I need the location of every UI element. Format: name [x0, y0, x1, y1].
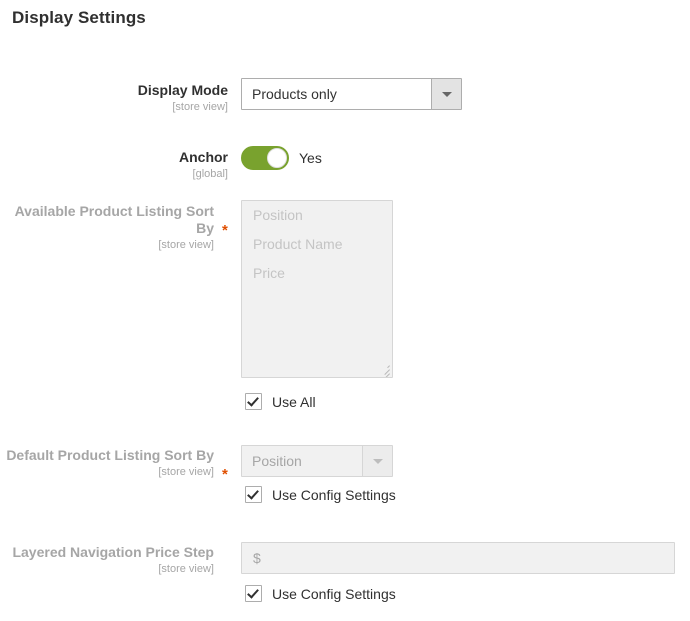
display-mode-dropdown-button[interactable] — [431, 79, 461, 109]
available-sort-by-control: Position Product Name Price Use All — [241, 200, 393, 413]
list-item[interactable]: Product Name — [242, 230, 392, 259]
display-mode-select[interactable]: Products only — [241, 78, 462, 110]
default-sort-by-use-config-checkbox[interactable] — [245, 486, 262, 503]
default-sort-by-label-group: Default Product Listing Sort By [store v… — [0, 447, 228, 479]
price-step-scope: [store view] — [158, 563, 214, 575]
use-all-checkbox-row[interactable]: Use All — [245, 393, 393, 413]
display-mode-scope: [store view] — [172, 101, 228, 113]
available-sort-by-scope: [store view] — [158, 239, 214, 251]
available-sort-by-label: Available Product Listing Sort By — [14, 203, 214, 236]
toggle-knob — [267, 148, 287, 168]
default-sort-by-scope: [store view] — [158, 466, 214, 478]
default-sort-by-selected-value: Position — [252, 453, 302, 469]
checkmark-icon — [247, 586, 259, 599]
price-step-label-group: Layered Navigation Price Step [store vie… — [0, 544, 228, 576]
page-title: Display Settings — [12, 8, 146, 27]
anchor-toggle[interactable] — [241, 146, 289, 170]
price-step-use-config-checkbox[interactable] — [245, 585, 262, 602]
display-mode-label: Display Mode — [137, 82, 228, 98]
default-sort-by-label: Default Product Listing Sort By — [6, 447, 214, 463]
list-item[interactable]: Position — [242, 201, 392, 230]
display-settings-page: Display Settings Display Mode [store vie… — [0, 0, 690, 621]
default-sort-by-select[interactable]: Position — [241, 445, 393, 477]
use-all-label: Use All — [272, 394, 316, 410]
available-sort-by-label-group: Available Product Listing Sort By [store… — [0, 203, 228, 252]
default-sort-by-required-asterisk: * — [222, 466, 228, 483]
available-sort-by-multiselect[interactable]: Position Product Name Price — [241, 200, 393, 378]
default-sort-by-use-config-row[interactable]: Use Config Settings — [245, 486, 396, 506]
price-step-use-config-label: Use Config Settings — [272, 586, 396, 602]
anchor-label-group: Anchor [global] — [0, 149, 228, 181]
display-mode-label-group: Display Mode [store view] — [0, 82, 228, 114]
checkmark-icon — [247, 487, 259, 500]
chevron-down-icon — [441, 92, 452, 97]
resize-grip-icon[interactable] — [378, 363, 390, 377]
anchor-scope: [global] — [192, 168, 228, 180]
list-item[interactable]: Price — [242, 259, 392, 288]
checkmark-icon — [247, 394, 259, 407]
chevron-down-icon — [372, 459, 383, 464]
display-mode-control: Products only — [241, 78, 462, 110]
price-step-label: Layered Navigation Price Step — [12, 544, 214, 560]
anchor-state-label: Yes — [299, 150, 322, 166]
default-sort-by-use-config-label: Use Config Settings — [272, 487, 396, 503]
anchor-label: Anchor — [179, 149, 228, 165]
price-step-input[interactable]: $ — [241, 542, 675, 574]
use-all-checkbox[interactable] — [245, 393, 262, 410]
price-step-use-config-row[interactable]: Use Config Settings — [245, 585, 675, 605]
default-sort-by-control: Position Use Config Settings — [241, 445, 396, 506]
default-sort-by-dropdown-button[interactable] — [362, 446, 392, 476]
currency-prefix: $ — [253, 550, 261, 566]
available-sort-by-required-asterisk: * — [222, 222, 228, 239]
display-mode-selected-value: Products only — [252, 86, 337, 102]
price-step-control: $ Use Config Settings — [241, 542, 675, 605]
